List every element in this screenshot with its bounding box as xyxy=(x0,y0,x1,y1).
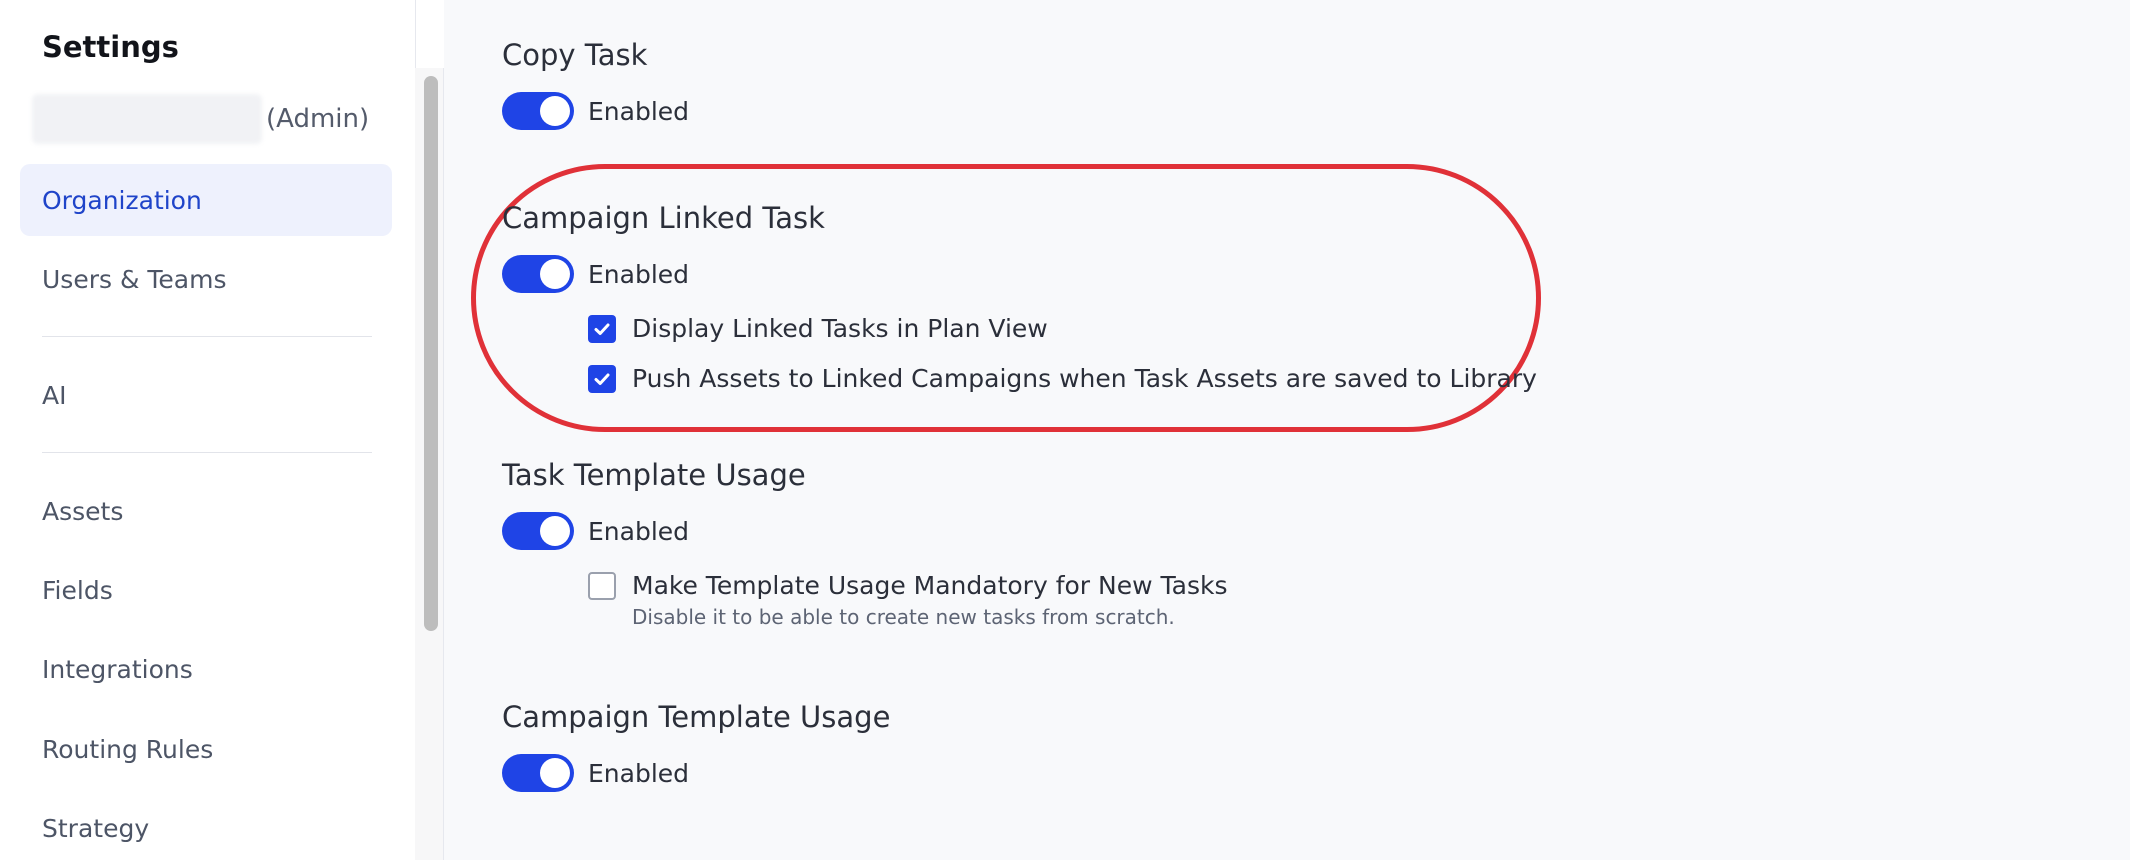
sidebar-scrollbar-thumb[interactable] xyxy=(424,76,438,631)
display-linked-tasks-option[interactable]: Display Linked Tasks in Plan View xyxy=(588,314,1048,343)
campaign-linked-task-toggle-row[interactable]: Enabled xyxy=(502,254,689,294)
sidebar-item-strategy[interactable]: Strategy xyxy=(20,792,392,864)
display-linked-tasks-checkbox[interactable] xyxy=(588,314,616,343)
account-name-redacted xyxy=(32,94,262,144)
template-mandatory-option[interactable]: Make Template Usage Mandatory for New Ta… xyxy=(588,571,1227,600)
task-template-usage-toggle[interactable] xyxy=(502,512,574,550)
section-title-task-template-usage: Task Template Usage xyxy=(502,458,806,492)
sidebar-item-assets[interactable]: Assets xyxy=(20,475,392,547)
sidebar-divider xyxy=(42,452,372,453)
help-text: Disable it to be able to create new task… xyxy=(632,605,1175,629)
section-title-campaign-template-usage: Campaign Template Usage xyxy=(502,700,891,734)
copy-task-toggle[interactable] xyxy=(502,92,574,130)
toggle-label: Enabled xyxy=(588,96,690,126)
campaign-template-usage-toggle[interactable] xyxy=(502,754,574,792)
checkbox-label: Push Assets to Linked Campaigns when Tas… xyxy=(632,364,1537,393)
account-role: (Admin) xyxy=(266,104,370,134)
checkmark-icon xyxy=(594,373,610,385)
sidebar-item-users-teams[interactable]: Users & Teams xyxy=(20,243,392,315)
sidebar-item-fields[interactable]: Fields xyxy=(20,554,392,626)
sidebar-divider xyxy=(42,336,372,337)
campaign-template-usage-toggle-row[interactable]: Enabled xyxy=(502,753,689,793)
section-title-copy-task: Copy Task xyxy=(502,38,648,72)
toggle-label: Enabled xyxy=(588,758,690,788)
toggle-knob xyxy=(540,758,570,788)
toggle-knob xyxy=(540,96,570,126)
template-mandatory-checkbox[interactable] xyxy=(588,571,616,600)
section-title-campaign-linked-task: Campaign Linked Task xyxy=(502,201,825,235)
sidebar-item-integrations[interactable]: Integrations xyxy=(20,633,392,705)
toggle-knob xyxy=(540,516,570,546)
sidebar-item-routing-rules[interactable]: Routing Rules xyxy=(20,713,392,785)
campaign-linked-task-toggle[interactable] xyxy=(502,255,574,293)
account-info: (Admin) xyxy=(32,92,369,146)
copy-task-toggle-row[interactable]: Enabled xyxy=(502,91,689,131)
sidebar-item-ai[interactable]: AI xyxy=(20,359,392,431)
push-assets-option[interactable]: Push Assets to Linked Campaigns when Tas… xyxy=(588,364,1537,393)
checkbox-label: Make Template Usage Mandatory for New Ta… xyxy=(632,571,1228,600)
settings-sidebar: Settings (Admin) Organization Users & Te… xyxy=(0,0,416,860)
push-assets-checkbox[interactable] xyxy=(588,364,616,393)
task-template-usage-toggle-row[interactable]: Enabled xyxy=(502,511,689,551)
checkbox-label: Display Linked Tasks in Plan View xyxy=(632,314,1048,343)
sidebar-item-organization[interactable]: Organization xyxy=(20,164,392,236)
toggle-label: Enabled xyxy=(588,259,690,289)
sidebar-title: Settings xyxy=(42,30,179,64)
toggle-label: Enabled xyxy=(588,516,690,546)
checkmark-icon xyxy=(594,323,610,335)
toggle-knob xyxy=(540,259,570,289)
